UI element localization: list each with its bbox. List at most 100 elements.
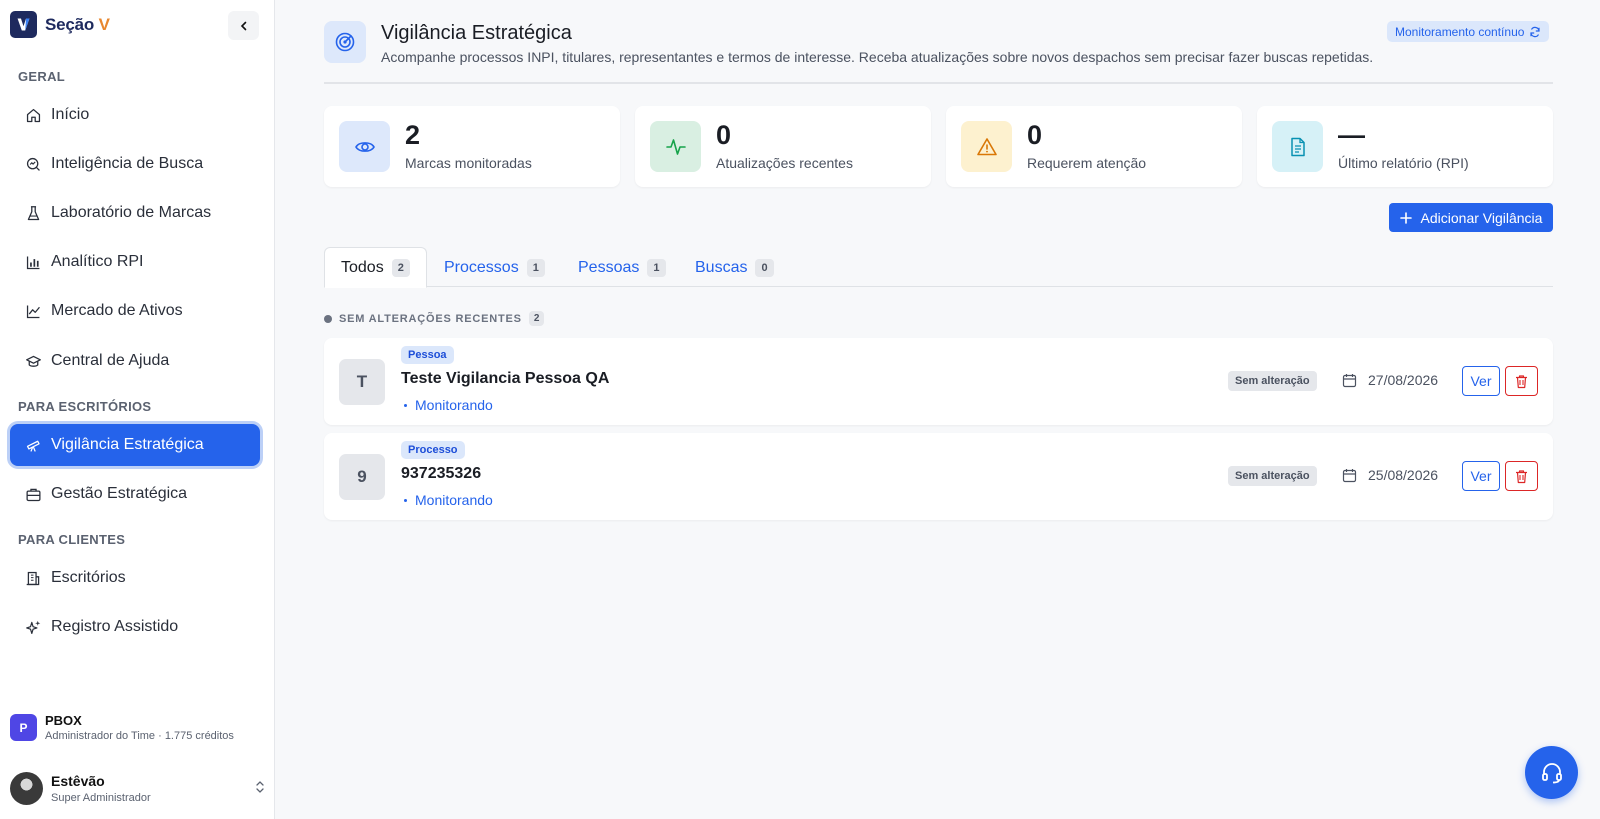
- monitoring-badge[interactable]: Monitoramento contínuo: [1387, 21, 1550, 42]
- stat-value: —: [1338, 120, 1365, 150]
- sidebar-item-label: Início: [51, 106, 90, 123]
- tab-count: 1: [647, 258, 666, 277]
- sidebar-item-label: Escritórios: [51, 569, 126, 586]
- graduation-cap-icon: [26, 355, 41, 367]
- document-icon: [1290, 137, 1305, 156]
- help-support-button[interactable]: [1525, 746, 1578, 799]
- list-item[interactable]: 9 Processo 937235326 Monitorando Sem alt…: [324, 433, 1553, 520]
- item-date-value: 25/08/2026: [1368, 467, 1439, 483]
- view-button[interactable]: Ver: [1462, 366, 1500, 396]
- sidebar-item-inteligencia-de-busca[interactable]: Inteligência de Busca: [10, 143, 260, 185]
- org-subtitle: Administrador do Time · 1.775 créditos: [45, 730, 234, 742]
- tab-todos[interactable]: Todos 2: [324, 247, 427, 288]
- delete-button[interactable]: [1505, 461, 1538, 491]
- flask-icon: [27, 205, 40, 220]
- item-date-value: 27/08/2026: [1368, 372, 1439, 388]
- item-type-badge: Processo: [401, 441, 465, 459]
- section-label-geral: GERAL: [18, 69, 65, 84]
- stat-label: Atualizações recentes: [716, 155, 853, 171]
- trash-icon: [1516, 469, 1527, 483]
- sidebar-item-inicio[interactable]: Início: [10, 94, 260, 136]
- item-avatar: T: [339, 359, 385, 405]
- view-button[interactable]: Ver: [1462, 461, 1500, 491]
- eye-icon: [354, 141, 375, 152]
- stat-label: Marcas monitoradas: [405, 155, 532, 171]
- tab-processos[interactable]: Processos 1: [428, 247, 561, 288]
- stat-label: Requerem atenção: [1027, 155, 1147, 171]
- add-vigilance-button[interactable]: Adicionar Vigilância: [1389, 203, 1553, 232]
- tab-count: 2: [391, 258, 410, 277]
- sidebar-item-label: Central de Ajuda: [51, 352, 170, 369]
- change-badge: Sem alteração: [1228, 371, 1317, 391]
- stat-icon-box: [1272, 121, 1323, 172]
- brand-logo: [10, 11, 37, 38]
- item-type-badge: Pessoa: [401, 346, 454, 364]
- calendar-icon: [1342, 373, 1357, 387]
- refresh-icon: [1530, 26, 1541, 37]
- sidebar-item-analitico-rpi[interactable]: Analítico RPI: [10, 241, 260, 283]
- sidebar-item-registro-assistido[interactable]: Registro Assistido: [10, 606, 260, 648]
- stat-card-marcas-monitoradas: 2 Marcas monitoradas: [324, 106, 620, 187]
- sidebar-item-escritorios[interactable]: Escritórios: [10, 557, 260, 599]
- page-icon: [324, 21, 366, 63]
- activity-icon: [665, 138, 686, 155]
- stat-icon-box: [961, 121, 1012, 172]
- tab-label: Todos: [341, 258, 384, 276]
- tab-buscas[interactable]: Buscas 0: [679, 247, 790, 288]
- org-name: PBOX: [45, 713, 82, 728]
- sidebar-item-central-de-ajuda[interactable]: Central de Ajuda: [10, 340, 260, 382]
- search-analytics-icon: [26, 157, 40, 171]
- tab-label: Buscas: [695, 258, 748, 276]
- section-label-clientes: PARA CLIENTES: [18, 532, 126, 547]
- collapse-sidebar-button[interactable]: [228, 11, 259, 40]
- telescope-icon: [26, 440, 40, 452]
- tab-count: 0: [755, 258, 774, 277]
- item-date: 25/08/2026: [1342, 467, 1438, 483]
- delete-button[interactable]: [1505, 366, 1538, 396]
- sidebar-item-gestao-estrategica[interactable]: Gestão Estratégica: [10, 473, 260, 515]
- building-icon: [26, 571, 40, 585]
- stat-value: 0: [1027, 120, 1043, 150]
- group-label: SEM ALTERAÇÕES RECENTES: [339, 312, 522, 325]
- sidebar-item-vigilancia-estrategica[interactable]: Vigilância Estratégica: [10, 424, 260, 466]
- sidebar-item-mercado-de-ativos[interactable]: Mercado de Ativos: [10, 290, 260, 332]
- sidebar: Seção V GERAL Início Inteligência de Bus…: [0, 0, 275, 819]
- change-badge: Sem alteração: [1228, 466, 1317, 486]
- tab-label: Pessoas: [578, 258, 640, 276]
- stat-card-atualizacoes-recentes: 0 Atualizações recentes: [635, 106, 931, 187]
- tab-count: 1: [526, 258, 545, 277]
- stat-card-requerem-atencao: 0 Requerem atenção: [946, 106, 1242, 187]
- item-status: Monitorando: [404, 492, 493, 508]
- avatar: [10, 772, 43, 805]
- brand[interactable]: Seção V: [10, 11, 110, 38]
- trash-icon: [1516, 374, 1527, 388]
- stat-value: 2: [405, 120, 421, 150]
- chevron-up-down-icon: [256, 781, 264, 793]
- radar-icon: [335, 32, 355, 52]
- home-icon: [26, 108, 41, 122]
- sidebar-item-label: Inteligência de Busca: [51, 155, 204, 172]
- chevron-left-icon: [240, 21, 246, 30]
- add-vigilance-label: Adicionar Vigilância: [1420, 209, 1543, 226]
- line-chart-icon: [26, 305, 40, 318]
- sidebar-item-label: Vigilância Estratégica: [51, 436, 204, 453]
- sidebar-item-label: Analítico RPI: [51, 253, 144, 270]
- tab-pessoas[interactable]: Pessoas 1: [562, 247, 682, 288]
- briefcase-icon: [26, 488, 41, 501]
- item-date: 27/08/2026: [1342, 372, 1438, 388]
- sidebar-item-laboratorio-de-marcas[interactable]: Laboratório de Marcas: [10, 192, 260, 234]
- sidebar-item-label: Laboratório de Marcas: [51, 204, 212, 221]
- user-role: Super Administrador: [51, 792, 151, 804]
- bar-chart-icon: [26, 256, 40, 269]
- user-menu[interactable]: Estêvão Super Administrador: [10, 772, 265, 805]
- item-status-label: Monitorando: [415, 492, 493, 508]
- header-divider: [324, 82, 1553, 84]
- brand-name: Seção V: [45, 14, 110, 34]
- organization-switcher[interactable]: P PBOX Administrador do Time · 1.775 cré…: [10, 713, 234, 742]
- item-status-label: Monitorando: [415, 397, 493, 413]
- page-title: Vigilância Estratégica: [381, 22, 572, 44]
- sidebar-item-label: Gestão Estratégica: [51, 485, 188, 502]
- alert-triangle-icon: [976, 137, 997, 155]
- list-item[interactable]: T Pessoa Teste Vigilancia Pessoa QA Moni…: [324, 338, 1553, 425]
- monitoring-badge-label: Monitoramento contínuo: [1395, 24, 1525, 39]
